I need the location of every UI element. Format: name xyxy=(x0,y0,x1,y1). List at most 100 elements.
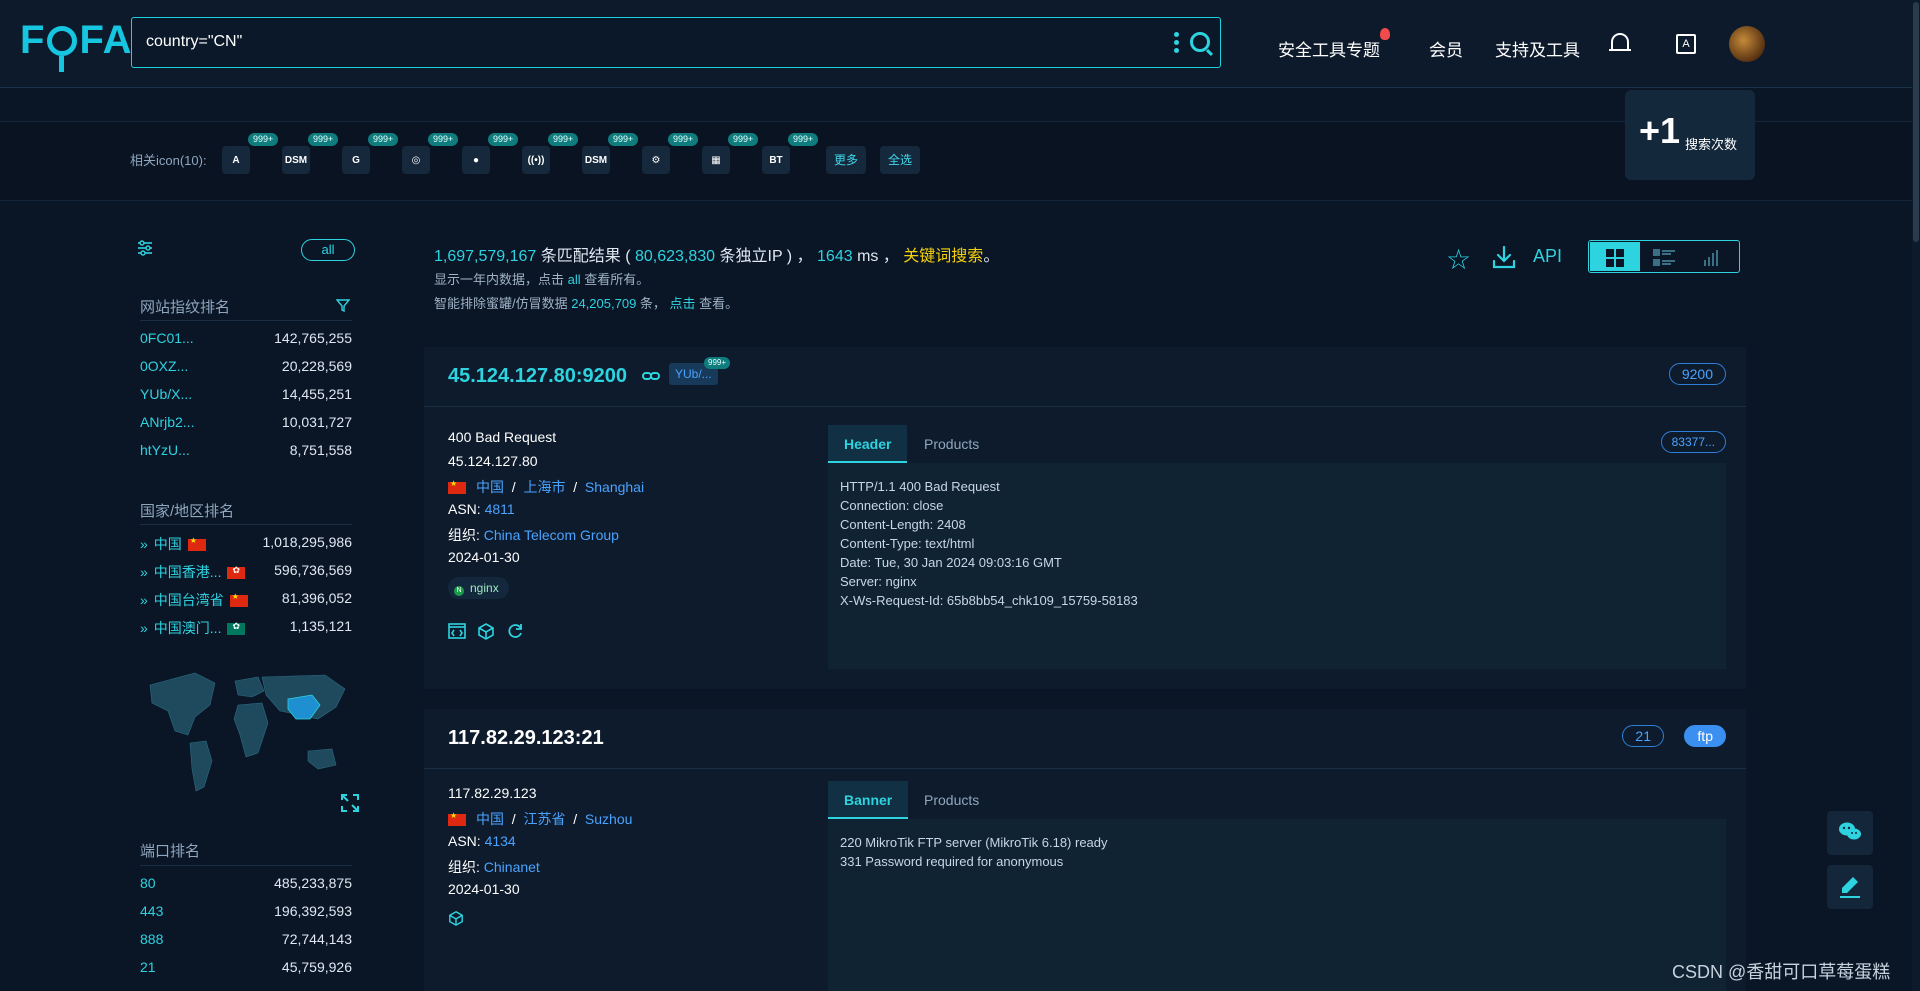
rank-key[interactable]: 443 xyxy=(140,903,163,919)
related-icon[interactable]: ◎ xyxy=(402,146,430,174)
stats-view-icon[interactable] xyxy=(1703,249,1721,267)
view-honeypot-link[interactable]: 点击 xyxy=(670,296,696,311)
api-button[interactable]: API xyxy=(1533,246,1562,267)
rank-row[interactable]: » 中国香港... 596,736,569 xyxy=(140,562,352,582)
asn-link[interactable]: 4811 xyxy=(485,501,515,517)
rank-row[interactable]: YUb/X... 14,455,251 xyxy=(140,386,352,406)
star-icon[interactable]: ☆ xyxy=(1446,243,1471,276)
asn-link[interactable]: 4134 xyxy=(485,833,516,849)
rank-row[interactable]: ANrjb2... 10,031,727 xyxy=(140,414,352,434)
ip-link[interactable]: 45.124.127.80 xyxy=(448,453,538,469)
wechat-button[interactable] xyxy=(1827,811,1873,855)
nav-membership[interactable]: 会员 xyxy=(1429,36,1463,61)
search-query[interactable]: country="CN" xyxy=(146,33,242,51)
translate-icon[interactable]: A xyxy=(1676,34,1696,54)
related-icon[interactable]: BT xyxy=(762,146,790,174)
list-view-icon[interactable] xyxy=(1653,249,1675,267)
city-link[interactable]: Suzhou xyxy=(585,811,632,827)
select-all-button[interactable]: 全选 xyxy=(880,146,921,174)
rank-row[interactable]: 443 196,392,593 xyxy=(140,903,352,923)
fofa-logo[interactable]: F FA xyxy=(20,18,133,72)
rank-key[interactable]: 80 xyxy=(140,875,156,891)
cube-icon[interactable] xyxy=(477,622,495,640)
unique-ips[interactable]: 80,623,830 xyxy=(635,248,715,265)
port-tag[interactable]: 21 xyxy=(1622,725,1664,747)
related-icon[interactable]: A xyxy=(222,146,250,174)
tab-banner[interactable]: Banner xyxy=(828,781,909,819)
related-icon[interactable]: ((•)) xyxy=(522,146,550,174)
world-map[interactable] xyxy=(140,665,352,800)
avatar[interactable] xyxy=(1729,26,1765,62)
download-icon[interactable] xyxy=(1492,245,1516,269)
tab-products[interactable]: Products xyxy=(908,425,995,463)
code-icon[interactable] xyxy=(448,622,466,640)
tab-header[interactable]: Header xyxy=(828,425,908,463)
rank-row[interactable]: 21 45,759,926 xyxy=(140,959,352,979)
rank-key[interactable]: » 中国澳门... xyxy=(140,618,246,638)
rank-key[interactable]: 0OXZ... xyxy=(140,358,188,374)
rank-key[interactable]: » 中国香港... xyxy=(140,562,246,582)
related-icon[interactable]: ⚙ xyxy=(642,146,670,174)
country-name[interactable]: 中国台湾省 xyxy=(154,592,224,608)
region-link[interactable]: 江苏省 xyxy=(523,811,565,827)
rank-row[interactable]: » 中国澳门... 1,135,121 xyxy=(140,618,352,638)
rank-key[interactable]: 21 xyxy=(140,959,156,975)
rank-row[interactable]: » 中国台湾省 81,396,052 xyxy=(140,590,352,610)
scrollbar[interactable] xyxy=(1912,0,1920,991)
related-icon[interactable]: DSM xyxy=(582,146,610,174)
cube-icon[interactable] xyxy=(448,910,464,926)
related-icon[interactable]: ▦ xyxy=(702,146,730,174)
country-name[interactable]: 中国 xyxy=(154,536,182,552)
more-options-icon[interactable] xyxy=(1174,32,1180,54)
result-host-link[interactable]: 117.82.29.123:21 xyxy=(448,727,604,750)
country-name[interactable]: 中国香港... xyxy=(154,564,222,580)
city-link[interactable]: Shanghai xyxy=(585,479,644,495)
country-link[interactable]: 中国 xyxy=(476,811,504,827)
rank-key[interactable]: htYzU... xyxy=(140,442,190,458)
show-all-link[interactable]: all xyxy=(568,272,581,287)
feedback-button[interactable] xyxy=(1827,865,1873,909)
ip-link[interactable]: 117.82.29.123 xyxy=(448,785,537,801)
expand-chevron-icon[interactable]: » xyxy=(140,564,148,580)
link-icon[interactable] xyxy=(642,369,660,383)
related-icon[interactable]: DSM xyxy=(282,146,310,174)
protocol-tag[interactable]: ftp xyxy=(1684,725,1726,747)
rank-row[interactable]: 0OXZ... 20,228,569 xyxy=(140,358,352,378)
total-results[interactable]: 1,697,579,167 xyxy=(434,248,536,265)
rank-key[interactable]: 888 xyxy=(140,931,163,947)
tab-products[interactable]: Products xyxy=(908,781,995,819)
region-link[interactable]: 上海市 xyxy=(523,479,565,495)
country-name[interactable]: 中国澳门... xyxy=(154,620,222,636)
port-tag[interactable]: 9200 xyxy=(1668,363,1726,385)
rank-row[interactable]: 888 72,744,143 xyxy=(140,931,352,951)
rank-key[interactable]: YUb/X... xyxy=(140,386,192,402)
nav-security-tools[interactable]: 安全工具专题 xyxy=(1278,36,1380,61)
bell-icon[interactable] xyxy=(1609,33,1631,51)
rank-row[interactable]: » 中国 1,018,295,986 xyxy=(140,534,352,554)
expand-icon[interactable] xyxy=(340,793,360,813)
rank-row[interactable]: 0FC01... 142,765,255 xyxy=(140,330,352,350)
filter-settings-icon[interactable] xyxy=(137,240,153,256)
refresh-icon[interactable] xyxy=(506,622,524,640)
rank-row[interactable]: htYzU... 8,751,558 xyxy=(140,442,352,462)
country-link[interactable]: 中国 xyxy=(476,479,504,495)
expand-chevron-icon[interactable]: » xyxy=(140,536,148,552)
org-link[interactable]: China Telecom Group xyxy=(484,527,619,543)
scrollbar-thumb[interactable] xyxy=(1913,2,1919,242)
filter-icon[interactable] xyxy=(336,298,350,312)
nav-support-tools[interactable]: 支持及工具 xyxy=(1495,36,1580,61)
product-tag[interactable]: Nnginx xyxy=(448,577,509,599)
result-host-link[interactable]: 45.124.127.80:9200 xyxy=(448,365,627,388)
hash-tag[interactable]: 83377... xyxy=(1660,431,1726,453)
search-icon[interactable] xyxy=(1190,32,1210,52)
keyword-search-link[interactable]: 关键词搜索 xyxy=(903,248,983,265)
expand-chevron-icon[interactable]: » xyxy=(140,620,148,636)
related-icon[interactable]: ● xyxy=(462,146,490,174)
expand-chevron-icon[interactable]: » xyxy=(140,592,148,608)
all-toggle[interactable]: all xyxy=(301,239,355,261)
rank-key[interactable]: » 中国台湾省 xyxy=(140,590,248,610)
rank-key[interactable]: ANrjb2... xyxy=(140,414,194,430)
search-box[interactable]: country="CN" xyxy=(131,17,1221,68)
more-icons-button[interactable]: 更多 xyxy=(826,146,867,174)
rank-key[interactable]: 0FC01... xyxy=(140,330,194,346)
